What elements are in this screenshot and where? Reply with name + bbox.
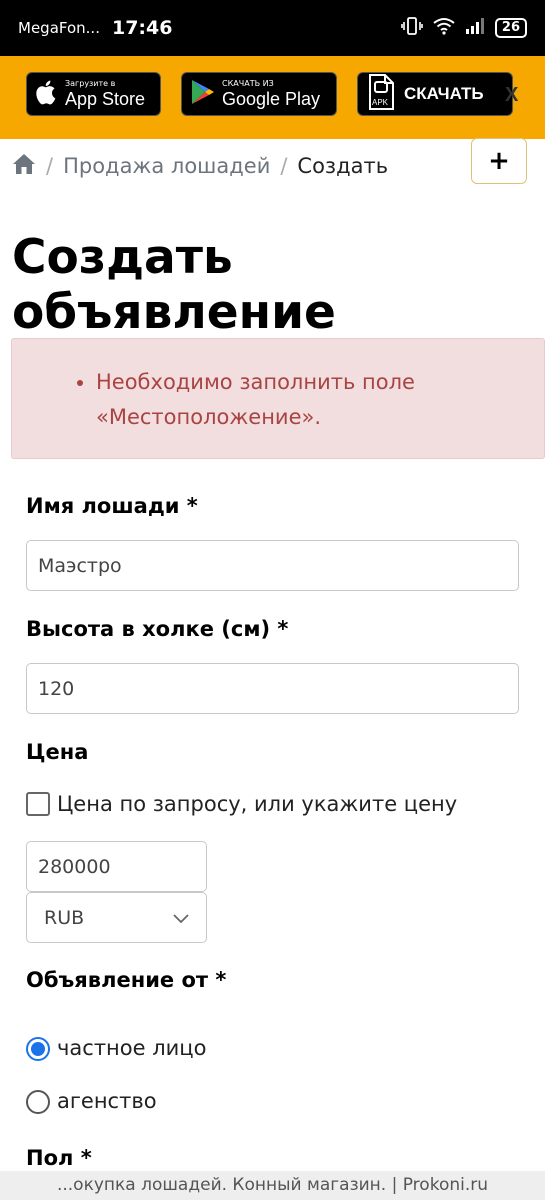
sex-label: Пол * (26, 1146, 92, 1170)
currency-selected-value: RUB (44, 906, 85, 929)
vibrate-icon (401, 17, 423, 39)
seller-agency-radio[interactable] (26, 1090, 50, 1114)
breadcrumb-current: Создать (297, 154, 389, 178)
status-icons: 26 (401, 17, 527, 39)
google-play-icon (190, 78, 216, 110)
wifi-icon (433, 17, 455, 39)
breadcrumb-horse-sale-link[interactable]: Продажа лошадей (63, 154, 270, 178)
chevron-down-icon (173, 907, 189, 929)
currency-select[interactable]: RUB (26, 892, 207, 943)
apk-download-label: СКАЧАТЬ (404, 84, 484, 103)
status-bar: MegaFon... 17:46 26 (0, 0, 545, 56)
app-download-banner: Загрузите в App Store СКАЧАТЬ ИЗ Google … (0, 56, 545, 139)
price-input[interactable]: 280000 (26, 841, 207, 892)
apk-file-icon: APK (366, 74, 396, 114)
seller-type-label: Объявление от * (26, 968, 227, 992)
seller-private-label: частное лицо (57, 1036, 207, 1060)
seller-agency-label: агенство (57, 1089, 157, 1113)
battery-icon: 26 (494, 18, 527, 38)
app-store-text: Загрузите в App Store (65, 79, 145, 109)
breadcrumb: / Продажа лошадей / Создать (12, 150, 388, 182)
app-store-label: App Store (65, 89, 146, 109)
error-message: Необходимо заполнить поле «Местоположени… (96, 365, 524, 435)
google-play-text: СКАЧАТЬ ИЗ Google Play (222, 79, 320, 109)
height-label: Высота в холке (см) * (26, 617, 289, 641)
horse-name-input[interactable]: Маэстро (26, 540, 519, 591)
home-icon[interactable] (12, 153, 36, 180)
page-title: Создать объявление (12, 230, 336, 340)
price-on-request-label: Цена по запросу, или укажите цену (57, 792, 458, 816)
signal-icon (465, 17, 485, 39)
error-alert: Необходимо заполнить поле «Местоположени… (11, 338, 545, 459)
breadcrumb-separator: / (280, 154, 288, 178)
price-on-request-checkbox[interactable] (26, 792, 50, 816)
google-play-button[interactable]: СКАЧАТЬ ИЗ Google Play (181, 72, 337, 116)
app-store-button[interactable]: Загрузите в App Store (26, 72, 161, 116)
banner-close-button[interactable]: X (505, 84, 518, 107)
add-listing-button[interactable]: + (471, 138, 527, 184)
carrier-name: MegaFon... (18, 19, 100, 37)
status-time: 17:46 (111, 17, 173, 39)
apk-download-button[interactable]: APK СКАЧАТЬ (357, 72, 513, 116)
google-play-small-label: СКАЧАТЬ ИЗ (222, 79, 274, 88)
seller-private-radio[interactable] (26, 1037, 50, 1061)
height-input[interactable]: 120 (26, 663, 519, 714)
google-play-label: Google Play (222, 89, 321, 109)
apple-icon (35, 78, 59, 110)
app-store-small-label: Загрузите в (65, 79, 116, 88)
horse-name-label: Имя лошади * (26, 494, 198, 518)
breadcrumb-separator: / (46, 154, 54, 178)
price-label: Цена (26, 740, 89, 764)
page-url-bar: ...окупка лошадей. Конный магазин. | Pro… (0, 1171, 545, 1200)
apk-badge-text: APK (372, 98, 389, 107)
